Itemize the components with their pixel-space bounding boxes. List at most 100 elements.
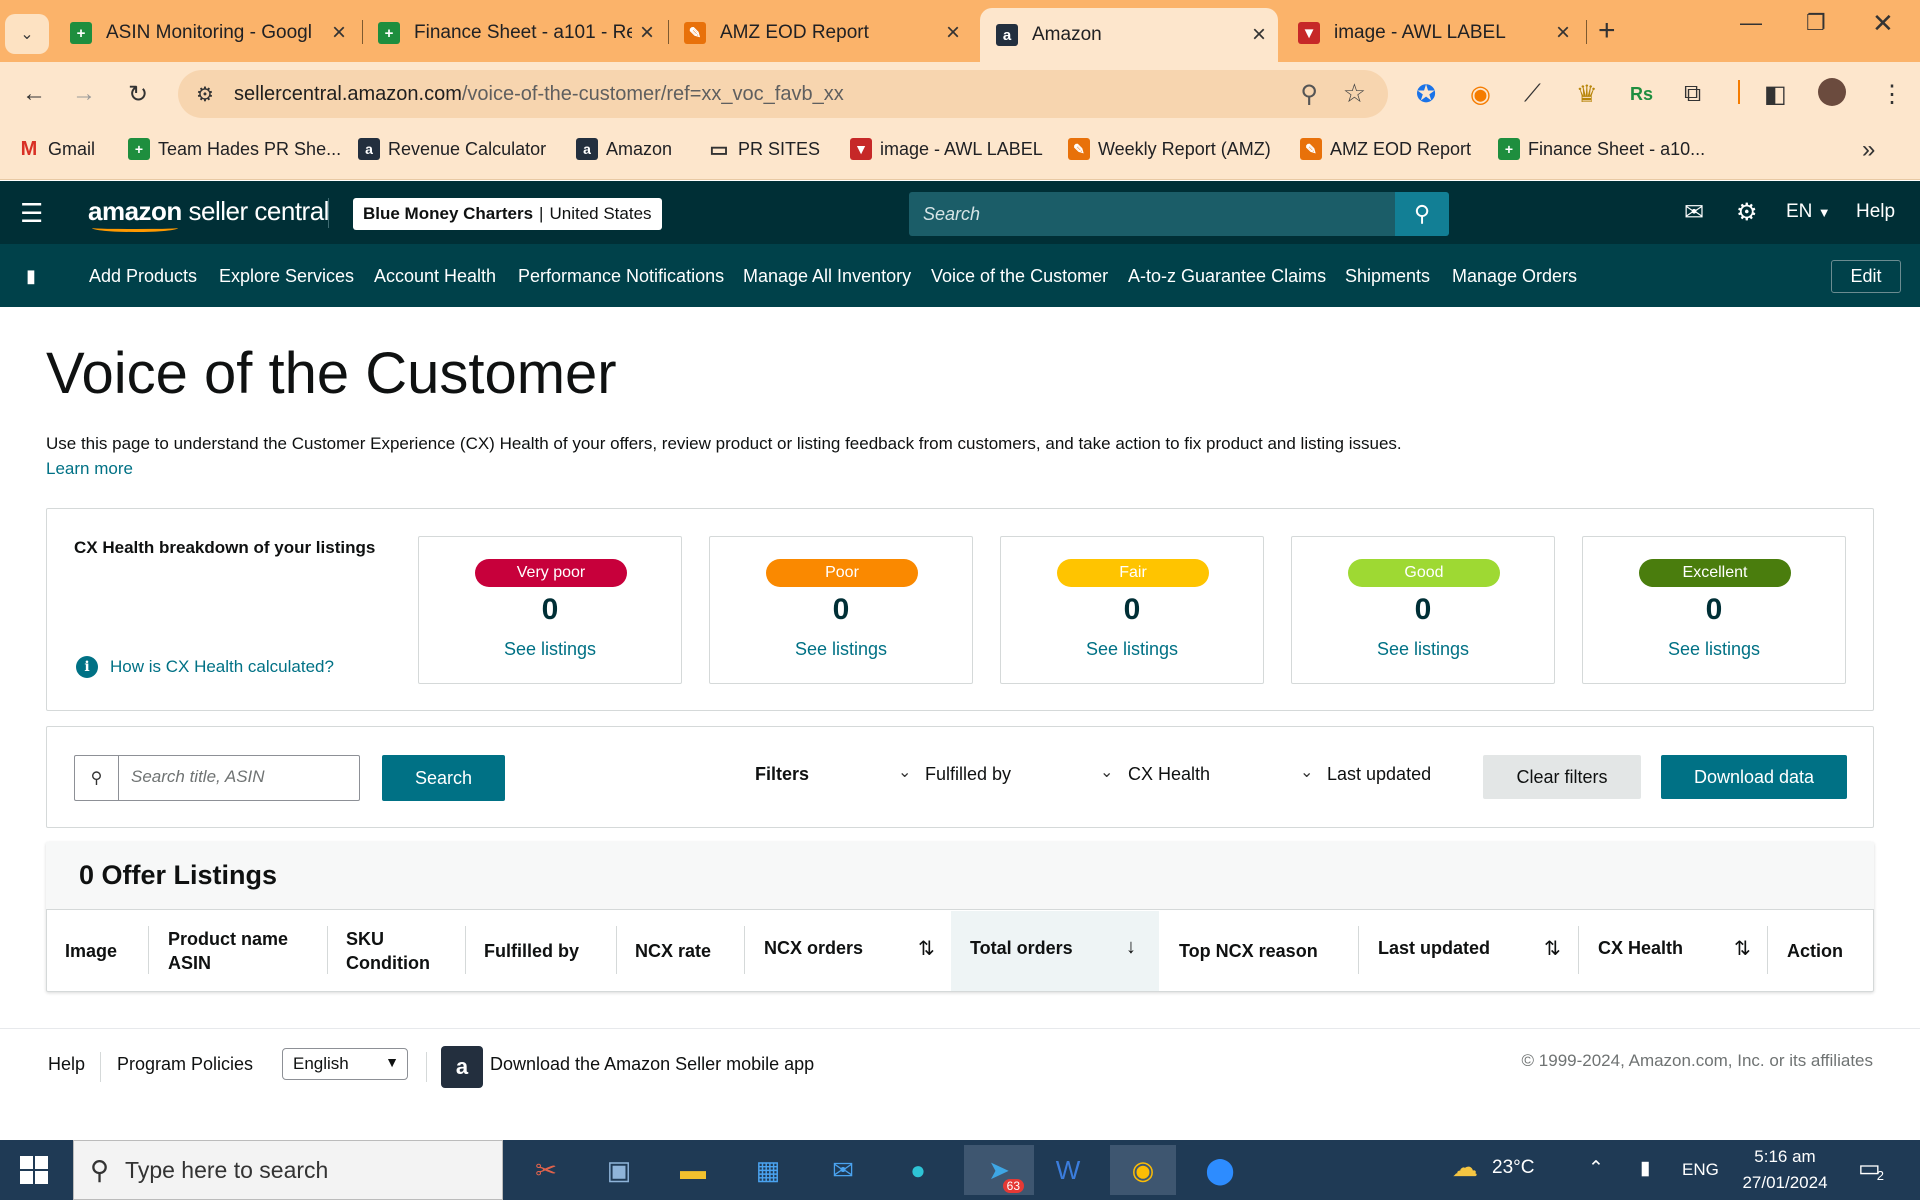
nav-shipments[interactable]: Shipments [1345,266,1430,287]
extension-icon[interactable]: Rs [1630,84,1653,105]
tab-amazon[interactable]: a Amazon × [980,8,1278,62]
restore-icon[interactable]: ❐ [1806,10,1826,36]
close-icon[interactable]: × [1556,19,1570,47]
nav-a-to-z-claims[interactable]: A-to-z Guarantee Claims [1128,266,1326,287]
see-listings-link[interactable]: See listings [1583,639,1845,660]
window-close-icon[interactable]: ✕ [1872,8,1894,39]
sort-descending-icon[interactable]: ↓ [1126,936,1136,959]
last-updated-filter[interactable]: Last updated [1327,764,1431,785]
col-total-orders[interactable]: Total orders [970,936,1073,960]
bookmark-star-icon[interactable]: ☆ [1343,78,1366,109]
microsoft-store-icon[interactable]: ▦ [742,1145,794,1195]
tab-awl-label[interactable]: ▼ image - AWL LABEL × [1282,8,1582,58]
language-switcher[interactable]: EN ▼ [1786,201,1831,223]
bookmark-amazon[interactable]: a Amazon [576,138,672,160]
see-listings-link[interactable]: See listings [1001,639,1263,660]
site-info-icon[interactable]: ⚙ [196,82,214,107]
more-bookmarks-icon[interactable]: » [1862,136,1875,164]
taskbar-search-input[interactable]: ⚲ Type here to search [73,1140,503,1200]
download-data-button[interactable]: Download data [1661,755,1847,799]
chevron-up-icon[interactable]: ⌃ [1588,1157,1604,1180]
col-ncx-orders[interactable]: NCX orders [764,936,863,960]
cx-health-calculation-link[interactable]: i How is CX Health calculated? [76,656,334,678]
seller-central-logo[interactable]: amazon seller central [88,196,329,227]
reload-icon[interactable]: ↻ [128,80,148,109]
mail-app-icon[interactable]: ✉ [817,1145,869,1195]
header-search-input[interactable]: Search [909,192,1395,236]
extension-icon[interactable]: ✪ [1416,80,1436,109]
url-text[interactable]: sellercentral.amazon.com/voice-of-the-cu… [234,83,844,106]
listing-search-button[interactable]: Search [382,755,505,801]
minimize-icon[interactable]: — [1740,10,1762,36]
nav-performance-notifications[interactable]: Performance Notifications [518,266,724,287]
browser-menu-icon[interactable]: ⋮ [1880,80,1904,109]
tab-amz-eod-report[interactable]: ✎ AMZ EOD Report × [668,8,972,58]
nav-add-products[interactable]: Add Products [89,266,197,287]
remote-desktop-icon[interactable]: ▣ [593,1145,645,1195]
chevron-down-icon[interactable]: ⌄ [1100,762,1113,782]
new-tab-icon[interactable]: + [1598,14,1616,48]
tab-finance-sheet[interactable]: + Finance Sheet - a101 - Re × [362,8,666,58]
extension-icon[interactable]: ⟋ [1524,80,1541,108]
temperature-text[interactable]: 23°C [1492,1157,1534,1179]
bookmark-finance-sheet[interactable]: + Finance Sheet - a10... [1498,138,1705,160]
back-icon[interactable]: ← [22,80,46,108]
close-icon[interactable]: × [1252,21,1266,49]
footer-language-select[interactable]: English ▼ [282,1048,408,1080]
amazon-app-icon[interactable]: a [441,1046,483,1088]
fulfilled-by-filter[interactable]: Fulfilled by [925,764,1011,785]
learn-more-link[interactable]: Learn more [46,459,133,479]
bookmark-pr-sites[interactable]: ▭ PR SITES [708,138,820,161]
mail-icon[interactable]: ✉ [1684,198,1704,227]
see-listings-link[interactable]: See listings [1292,639,1554,660]
nav-account-health[interactable]: Account Health [374,266,496,287]
col-cx-health[interactable]: CX Health [1598,936,1683,960]
sort-icon[interactable]: ⇅ [1544,936,1561,961]
sort-icon[interactable]: ⇅ [918,936,935,961]
input-language[interactable]: ENG [1682,1160,1719,1180]
notification-center-icon[interactable]: ▭2 [1858,1154,1888,1183]
side-panel-icon[interactable]: ◧ [1764,80,1787,109]
edit-nav-button[interactable]: Edit [1831,260,1901,293]
extension-icon[interactable]: ♛ [1576,80,1598,109]
bookmark-icon[interactable]: ▮ [26,266,36,287]
see-listings-link[interactable]: See listings [710,639,972,660]
bookmark-awl-label[interactable]: ▼ image - AWL LABEL [850,138,1043,160]
col-last-updated[interactable]: Last updated [1378,936,1490,960]
microphone-icon[interactable]: ▮ [1640,1157,1650,1180]
store-switcher[interactable]: Blue Money Charters | United States [353,198,662,230]
bookmark-weekly-report[interactable]: ✎ Weekly Report (AMZ) [1068,138,1271,160]
word-icon[interactable]: W [1042,1145,1094,1195]
url-bar[interactable]: ⚙ sellercentral.amazon.com/voice-of-the-… [178,70,1388,118]
forward-icon[interactable]: → [72,80,96,108]
gear-icon[interactable]: ⚙ [1736,198,1758,227]
footer-help-link[interactable]: Help [48,1054,85,1075]
cx-health-filter[interactable]: CX Health [1128,764,1210,785]
hamburger-menu-icon[interactable]: ☰ [20,198,43,229]
help-link[interactable]: Help [1856,201,1895,223]
sort-icon[interactable]: ⇅ [1734,936,1751,961]
nav-manage-all-inventory[interactable]: Manage All Inventory [743,266,911,287]
download-app-link[interactable]: Download the Amazon Seller mobile app [490,1054,814,1075]
bookmark-revenue-calculator[interactable]: a Revenue Calculator [358,138,546,160]
zoom-icon[interactable]: ⚲ [1300,80,1318,109]
chevron-down-icon[interactable]: ⌄ [898,762,911,782]
telegram-icon[interactable]: ➤ 63 [964,1145,1034,1195]
zoom-icon[interactable]: ⬤ [1194,1145,1246,1195]
chevron-down-icon[interactable]: ⌄ [1300,762,1313,782]
bookmark-team-hades[interactable]: + Team Hades PR She... [128,138,341,160]
bookmark-gmail[interactable]: M Gmail [18,138,95,160]
nav-manage-orders[interactable]: Manage Orders [1452,266,1577,287]
weather-icon[interactable]: ☁ [1452,1152,1478,1183]
canva-icon[interactable]: ● [892,1145,944,1195]
close-icon[interactable]: × [946,19,960,47]
see-listings-link[interactable]: See listings [419,639,681,660]
close-icon[interactable]: × [332,19,346,47]
tab-asin-monitoring[interactable]: + ASIN Monitoring - Googl × [54,8,358,58]
header-search-button[interactable]: ⚲ [1395,192,1449,236]
extensions-puzzle-icon[interactable]: ⧉ [1684,80,1701,108]
program-policies-link[interactable]: Program Policies [117,1054,253,1075]
profile-avatar[interactable] [1818,78,1846,106]
chrome-icon[interactable]: ◉ [1110,1145,1176,1195]
system-clock[interactable]: 5:16 am 27/01/2024 [1740,1144,1830,1196]
